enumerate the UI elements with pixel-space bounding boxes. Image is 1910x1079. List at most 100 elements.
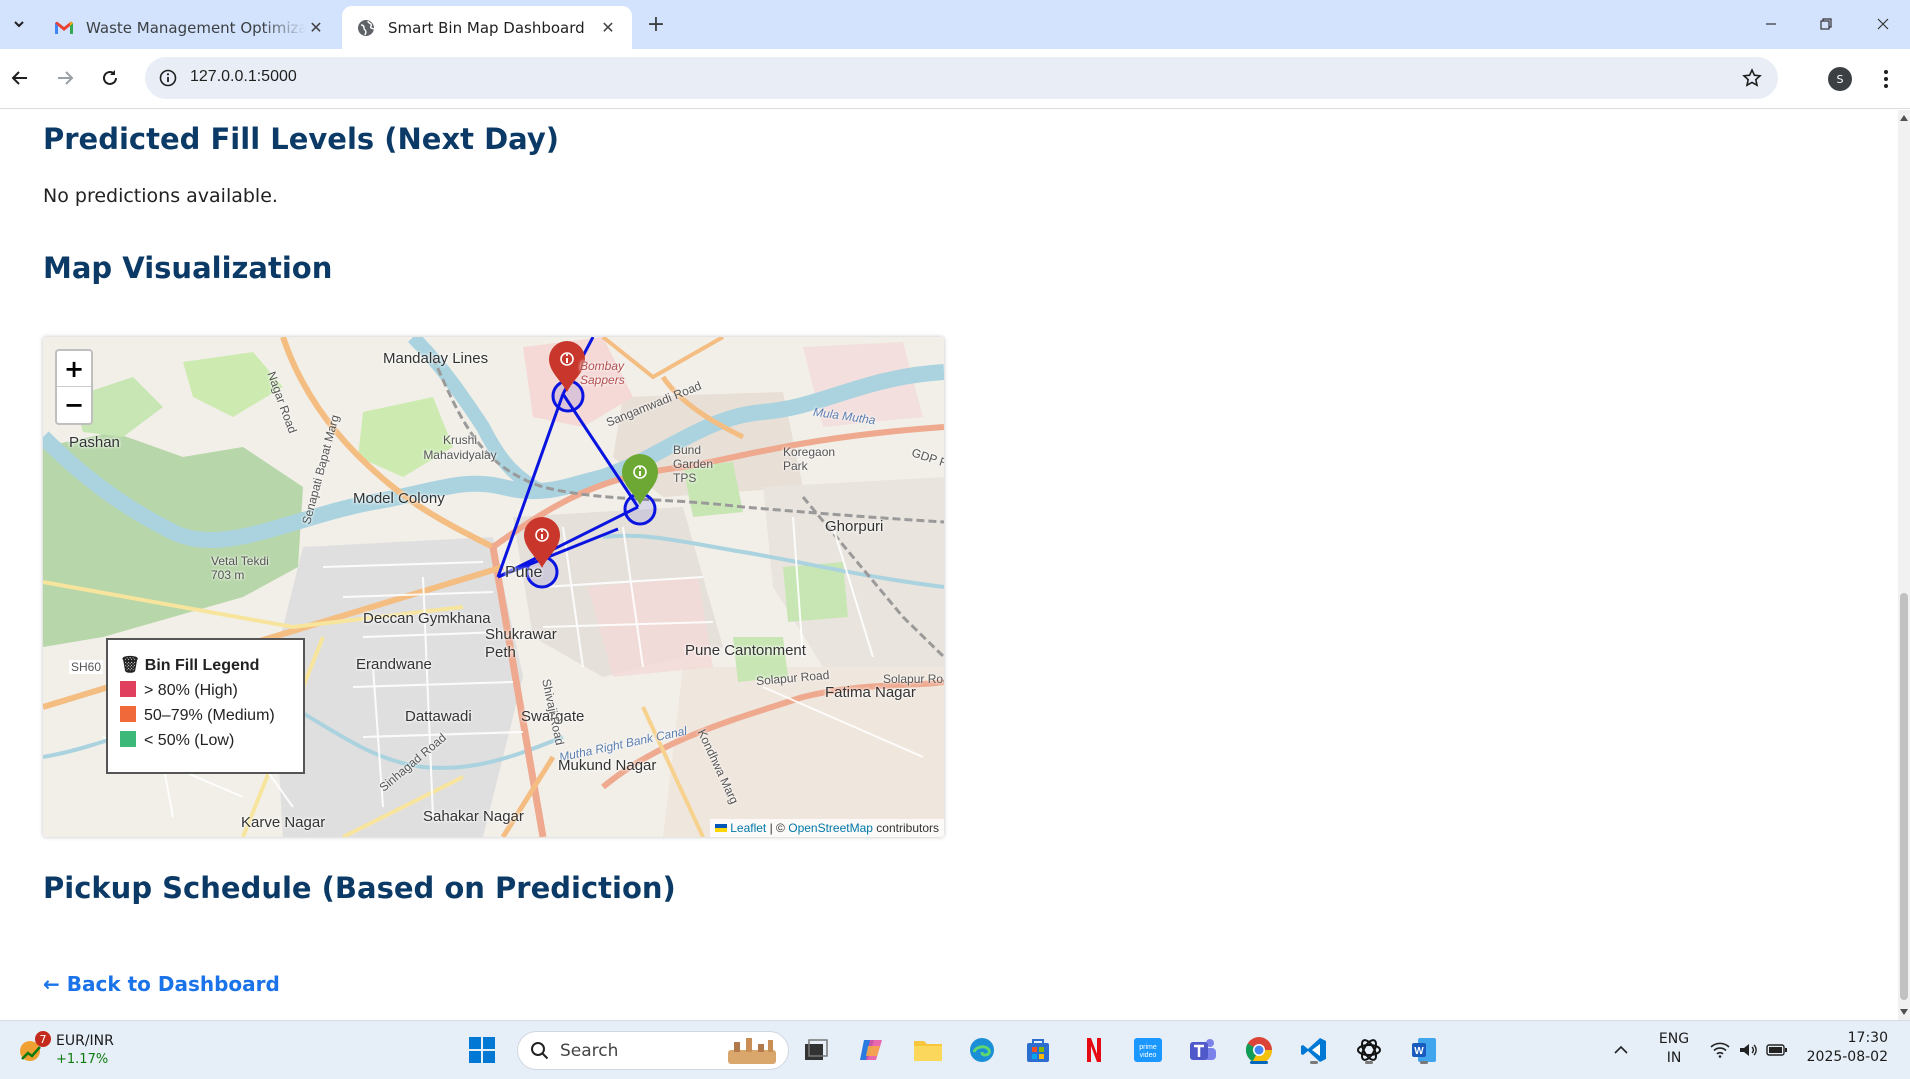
widget-value: +1.17% bbox=[56, 1052, 109, 1067]
running-indicator bbox=[1365, 1061, 1373, 1064]
map-label: Krushi Mahavidyalay bbox=[423, 433, 497, 462]
language-indicator[interactable]: ENG IN bbox=[1655, 1030, 1693, 1068]
new-tab-button[interactable]: + bbox=[644, 12, 668, 37]
tab-title: Waste Management Optimizati bbox=[86, 18, 306, 37]
wifi-icon bbox=[1710, 1042, 1730, 1058]
site-info-icon[interactable] bbox=[155, 65, 181, 91]
map-label: Pune Cantonment bbox=[685, 642, 806, 659]
reload-icon bbox=[103, 70, 117, 85]
tab-waste-management[interactable]: Waste Management Optimizati ✕ bbox=[40, 6, 340, 49]
scroll-up-icon[interactable] bbox=[1900, 114, 1908, 122]
pickup-schedule-heading: Pickup Schedule (Based on Prediction) bbox=[43, 871, 676, 905]
teams-button[interactable] bbox=[1186, 1033, 1220, 1067]
url-text[interactable]: 127.0.0.1:5000 bbox=[190, 68, 297, 86]
map-label: Bombay Sappers bbox=[580, 359, 625, 387]
map-label: Fatima Nagar bbox=[825, 684, 916, 701]
map-label: Koregaon Park bbox=[783, 445, 836, 473]
map-label: Ghorpuri bbox=[825, 518, 884, 535]
svg-text:prime: prime bbox=[1139, 1044, 1157, 1051]
taskbar-search[interactable]: Search bbox=[517, 1031, 789, 1070]
show-hidden-icons-button[interactable] bbox=[1609, 1033, 1633, 1067]
chrome-button[interactable] bbox=[1242, 1033, 1276, 1067]
folder-icon bbox=[914, 1041, 942, 1061]
legend-item-high: > 80% (High) bbox=[120, 678, 291, 703]
map-label: Bund Garden TPS bbox=[673, 443, 714, 485]
reload-button[interactable] bbox=[95, 63, 125, 93]
widget-title: EUR/INR bbox=[56, 1033, 114, 1049]
word-button[interactable]: W bbox=[1407, 1033, 1441, 1067]
svg-text:video: video bbox=[1140, 1052, 1157, 1059]
running-indicator bbox=[1420, 1061, 1428, 1064]
netflix-button[interactable] bbox=[1077, 1033, 1111, 1067]
chatgpt-button[interactable] bbox=[1352, 1033, 1386, 1067]
back-button[interactable] bbox=[5, 63, 35, 93]
vscode-button[interactable] bbox=[1297, 1033, 1331, 1067]
chevron-up-icon bbox=[1614, 1045, 1628, 1054]
address-bar[interactable]: 127.0.0.1:5000 bbox=[145, 57, 1778, 99]
widgets-button[interactable]: 7 EUR/INR +1.17% bbox=[16, 1029, 156, 1073]
restore-icon bbox=[1820, 18, 1832, 30]
zoom-out-button[interactable]: − bbox=[57, 387, 91, 423]
no-predictions-text: No predictions available. bbox=[43, 185, 278, 207]
browser-tab-strip: Waste Management Optimizati ✕ Smart Bin … bbox=[0, 0, 1910, 49]
search-highlight-icon bbox=[728, 1038, 776, 1064]
page-scrollbar[interactable] bbox=[1898, 110, 1910, 1020]
close-window-button[interactable] bbox=[1860, 8, 1906, 40]
legend-item-low: < 50% (Low) bbox=[120, 728, 291, 753]
edge-button[interactable] bbox=[965, 1033, 999, 1067]
map-label: Karve Nagar bbox=[241, 814, 326, 831]
map-label: Erandwane bbox=[356, 656, 432, 673]
map-label: Vetal Tekdi 703 m bbox=[211, 554, 269, 582]
store-icon bbox=[1027, 1039, 1049, 1062]
legend-swatch bbox=[120, 706, 136, 722]
search-placeholder: Search bbox=[560, 1041, 619, 1061]
map-label: Deccan Gymkhana bbox=[363, 610, 491, 627]
close-tab-icon[interactable]: ✕ bbox=[598, 18, 618, 38]
page-viewport: Predicted Fill Levels (Next Day) No pred… bbox=[0, 110, 1898, 1020]
volume-icon bbox=[1740, 1044, 1757, 1056]
store-button[interactable] bbox=[1021, 1033, 1055, 1067]
task-view-icon bbox=[805, 1039, 828, 1060]
edge-icon bbox=[970, 1038, 994, 1062]
clock-time: 17:30 bbox=[1847, 1030, 1888, 1046]
close-tab-icon[interactable]: ✕ bbox=[306, 18, 326, 38]
restore-button[interactable] bbox=[1803, 8, 1849, 40]
zoom-in-button[interactable]: + bbox=[57, 351, 91, 387]
notification-badge: 7 bbox=[35, 1031, 51, 1047]
search-icon bbox=[531, 1042, 549, 1060]
browser-toolbar: 127.0.0.1:5000 bbox=[0, 49, 1910, 109]
svg-text:W: W bbox=[1414, 1046, 1424, 1057]
tab-search-button[interactable] bbox=[6, 10, 32, 38]
map-label: Pashan bbox=[69, 434, 120, 451]
prime-video-button[interactable]: prime video bbox=[1131, 1033, 1165, 1067]
leaflet-map[interactable]: Mandalay Lines Bombay Sappers Sangamwadi… bbox=[43, 337, 944, 837]
browser-menu-icon[interactable] bbox=[1876, 66, 1896, 92]
leaflet-link[interactable]: Leaflet bbox=[730, 821, 766, 835]
clock[interactable]: 17:30 2025-08-02 bbox=[1800, 1029, 1900, 1067]
copilot-icon bbox=[860, 1040, 882, 1060]
arrow-right-icon bbox=[58, 71, 74, 85]
quick-settings-button[interactable] bbox=[1704, 1033, 1794, 1067]
vscode-icon bbox=[1301, 1038, 1326, 1062]
map-label: Mukund Nagar bbox=[558, 757, 657, 774]
scroll-down-icon[interactable] bbox=[1900, 1008, 1908, 1016]
back-to-dashboard-link[interactable]: ← Back to Dashboard bbox=[43, 972, 280, 996]
globe-icon bbox=[356, 18, 376, 38]
bookmark-star-icon[interactable] bbox=[1740, 66, 1764, 90]
copilot-button[interactable] bbox=[855, 1033, 889, 1067]
osm-link[interactable]: OpenStreetMap bbox=[788, 821, 873, 835]
predicted-fill-heading: Predicted Fill Levels (Next Day) bbox=[43, 122, 560, 156]
start-button[interactable] bbox=[465, 1033, 499, 1067]
netflix-icon bbox=[1087, 1038, 1101, 1062]
windows-taskbar: 7 EUR/INR +1.17% Search prime video W EN… bbox=[0, 1020, 1910, 1079]
profile-avatar[interactable]: S bbox=[1828, 67, 1852, 91]
minimize-button[interactable] bbox=[1748, 8, 1794, 40]
arrow-left-icon bbox=[11, 71, 27, 85]
forward-button[interactable] bbox=[50, 63, 80, 93]
file-explorer-button[interactable] bbox=[911, 1033, 945, 1067]
map-heading: Map Visualization bbox=[43, 251, 333, 285]
task-view-button[interactable] bbox=[799, 1033, 833, 1067]
map-label: Mandalay Lines bbox=[383, 350, 489, 367]
scroll-thumb[interactable] bbox=[1900, 593, 1908, 1000]
tab-smart-bin-map[interactable]: Smart Bin Map Dashboard ✕ bbox=[342, 6, 632, 49]
